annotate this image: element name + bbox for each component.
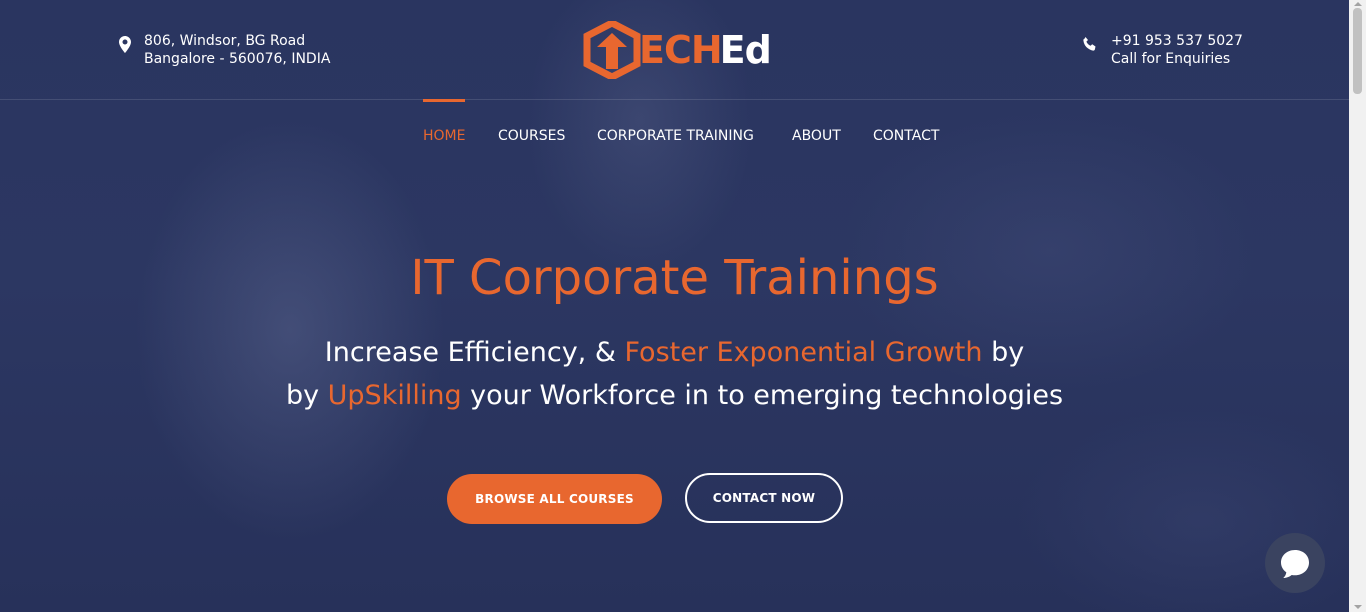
nav-item-courses[interactable]: COURSES [498,99,565,173]
hero-line2-text-b: your Workforce in to emerging technologi… [461,380,1064,411]
hero-subtitle-line-1: Increase Efficiency, & Foster Exponentia… [0,337,1349,368]
scroll-thumb[interactable] [1353,8,1362,94]
logo[interactable]: ECH Ed [583,20,772,80]
nav-item-about[interactable]: ABOUT [792,99,841,173]
hero-line2-text-a: by [285,380,328,411]
address-block: 806, Windsor, BG Road Bangalore - 560076… [118,32,330,68]
contact-now-button[interactable]: CONTACT NOW [685,473,843,523]
browse-all-courses-button[interactable]: BROWSE ALL COURSES [447,474,662,524]
nav-item-contact[interactable]: CONTACT [873,99,939,173]
hero-title: IT Corporate Trainings [410,250,939,306]
hero-section: 806, Windsor, BG Road Bangalore - 560076… [0,0,1349,612]
top-bar: 806, Windsor, BG Road Bangalore - 560076… [0,0,1349,100]
page-scrollbar[interactable] [1349,0,1366,612]
address-line-1: 806, Windsor, BG Road [144,33,306,49]
scroll-up-arrow-icon[interactable] [1354,2,1362,6]
hero-line1-text-a: Increase Efficiency, & [324,337,625,368]
chat-bubble-icon [1281,550,1309,578]
chat-widget-button[interactable] [1265,533,1325,593]
phone-icon [1082,36,1098,52]
hero-line1-text-b: by [982,337,1025,368]
phone-block: +91 953 537 5027 Call for Enquiries [1082,32,1243,68]
nav-item-home[interactable]: HOME [423,99,466,173]
address-line-2: Bangalore - 560076, INDIA [144,51,331,67]
logo-text-accent: ECH [639,28,723,72]
hero-line2-highlight: UpSkilling [327,380,462,411]
map-pin-icon [118,36,132,54]
main-nav: HOME COURSES CORPORATE TRAINING ABOUT CO… [0,99,1349,173]
hero-subtitle-line-2: by UpSkilling your Workforce in to emerg… [0,380,1349,411]
scroll-down-arrow-icon[interactable] [1354,605,1362,609]
nav-item-corporate-training[interactable]: CORPORATE TRAINING [597,99,754,173]
logo-text-rest: Ed [719,28,772,72]
logo-mark-icon [583,21,641,79]
hero-line1-highlight: Foster Exponential Growth [624,337,983,368]
phone-number[interactable]: +91 953 537 5027 [1111,32,1243,50]
phone-caption: Call for Enquiries [1111,51,1231,67]
